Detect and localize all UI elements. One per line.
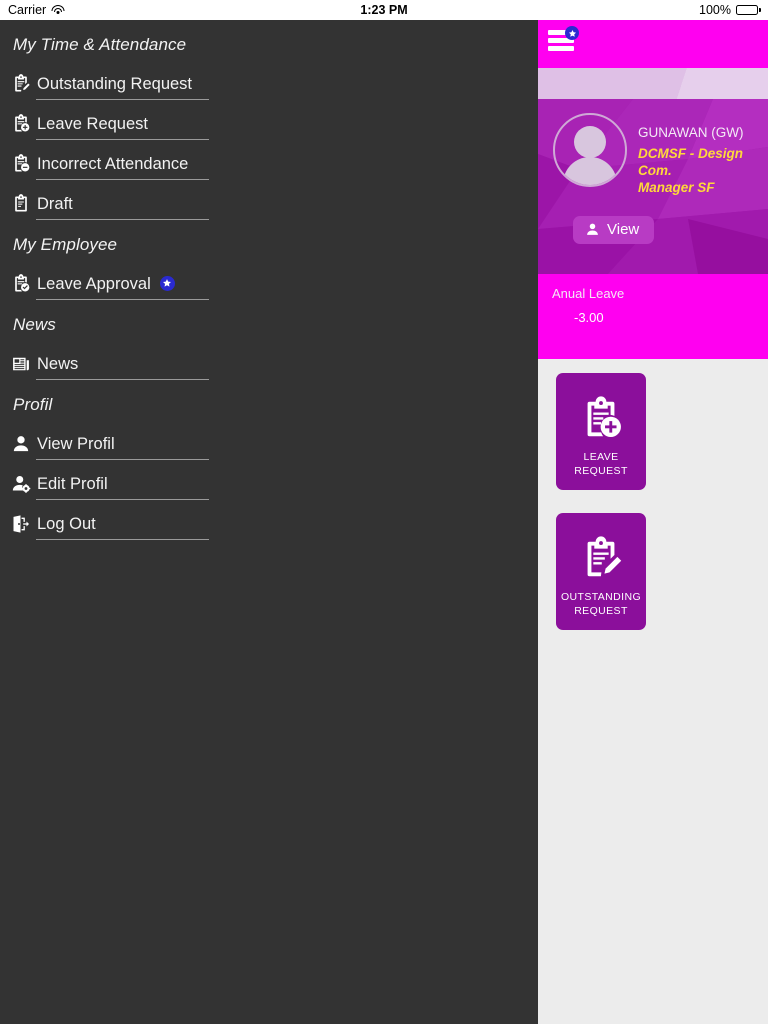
logout-door-icon — [10, 513, 32, 535]
status-bar: Carrier 1:23 PM 100% — [0, 0, 768, 20]
right-panel: GUNAWAN (GW) DCMSF - Design Com. Manager… — [538, 20, 768, 1024]
sidebar-item-label: Draft — [37, 194, 73, 213]
sidebar-item-leave-approval[interactable]: Leave Approval — [0, 264, 538, 304]
sidebar-item-label: Outstanding Request — [37, 74, 193, 93]
sidebar-drawer: My Time & Attendance Outstanding Request — [0, 20, 538, 1024]
sidebar-item-label: Incorrect Attendance — [37, 154, 189, 173]
clipboard-pencil-icon — [10, 73, 32, 95]
hamburger-menu-icon[interactable] — [548, 26, 579, 52]
sidebar-item-underline — [36, 459, 209, 460]
clipboard-plus-icon — [10, 113, 32, 135]
tile-label-line2: REQUEST — [574, 605, 628, 617]
sidebar-item-news[interactable]: News — [0, 344, 538, 384]
profile-role-line1: DCMSF - Design Com. — [638, 146, 744, 178]
sidebar-item-label: Leave Approval — [37, 274, 151, 293]
person-gear-icon — [10, 473, 32, 495]
sidebar-item-label: Edit Profil — [37, 474, 108, 493]
sidebar-item-outstanding-request[interactable]: Outstanding Request — [0, 64, 538, 104]
sidebar-section-title-my-time-attendance: My Time & Attendance — [13, 35, 187, 54]
person-icon — [10, 433, 32, 455]
tile-label-line1: OUTSTANDING — [560, 591, 642, 603]
annual-leave-title: Anual Leave — [552, 286, 625, 301]
sidebar-item-underline — [36, 299, 209, 300]
sidebar-item-edit-profil[interactable]: Edit Profil — [0, 464, 538, 504]
sidebar-item-underline — [36, 179, 209, 180]
sidebar-item-underline — [36, 99, 209, 100]
person-icon — [587, 223, 598, 235]
tile-leave-request-label: LEAVE REQUEST — [574, 450, 628, 478]
star-badge-icon — [159, 275, 175, 291]
app-root: Carrier 1:23 PM 100% My Time & Attendanc… — [0, 0, 768, 1024]
tile-leave-request[interactable]: LEAVE REQUEST — [556, 373, 646, 490]
sidebar-item-underline — [36, 379, 209, 380]
sidebar-item-label: Log Out — [37, 514, 96, 533]
sidebar-item-incorrect-attendance[interactable]: Incorrect Attendance — [0, 144, 538, 184]
sidebar-item-draft[interactable]: Draft — [0, 184, 538, 224]
profile-name: GUNAWAN (GW) — [638, 125, 744, 140]
annual-leave-value: -3.00 — [574, 310, 604, 325]
newspaper-icon — [10, 353, 32, 375]
tile-label-line2: REQUEST — [574, 465, 628, 477]
sidebar-item-underline — [36, 539, 209, 540]
sidebar-item-underline — [36, 219, 209, 220]
tile-label-line1: LEAVE — [583, 451, 619, 463]
decorative-band — [538, 68, 768, 99]
sidebar-item-underline — [36, 499, 209, 500]
clipboard-icon — [10, 193, 32, 215]
clipboard-check-icon — [10, 273, 32, 295]
sidebar-item-label: View Profil — [37, 434, 115, 453]
profile-header: GUNAWAN (GW) DCMSF - Design Com. Manager… — [538, 99, 768, 274]
battery-percent-label: 100% — [699, 3, 731, 17]
clipboard-pencil-icon — [578, 530, 624, 588]
app-top-bar — [538, 20, 768, 68]
battery-full-icon — [736, 5, 761, 15]
sidebar-section-title-profil: Profil — [13, 395, 53, 414]
clipboard-minus-icon — [10, 153, 32, 175]
sidebar-section-title-news: News — [13, 315, 56, 334]
star-badge-icon — [565, 26, 579, 40]
tile-outstanding-request-label: OUTSTANDING REQUEST — [561, 590, 641, 618]
profile-role-line2: Manager SF — [638, 180, 715, 195]
sidebar-section-title-my-employee: My Employee — [13, 235, 118, 254]
quick-action-tiles: LEAVE REQUEST OUTSTANDING REQUEST — [538, 359, 768, 630]
annual-leave-card: Anual Leave -3.00 — [538, 274, 768, 359]
status-bar-right: 100% — [699, 3, 761, 17]
tile-outstanding-request[interactable]: OUTSTANDING REQUEST — [556, 513, 646, 630]
status-bar-time: 1:23 PM — [360, 3, 408, 17]
sidebar-item-log-out[interactable]: Log Out — [0, 504, 538, 544]
avatar — [553, 113, 627, 187]
sidebar-item-label: News — [37, 354, 79, 373]
sidebar-item-label: Leave Request — [37, 114, 148, 133]
view-profile-button[interactable]: View — [573, 216, 655, 244]
view-profile-button-label: View — [607, 221, 640, 238]
profile-role: DCMSF - Design Com. Manager SF — [638, 145, 768, 196]
clipboard-plus-icon — [578, 390, 624, 448]
sidebar-item-leave-request[interactable]: Leave Request — [0, 104, 538, 144]
sidebar-item-view-profil[interactable]: View Profil — [0, 424, 538, 464]
sidebar-item-underline — [36, 139, 209, 140]
